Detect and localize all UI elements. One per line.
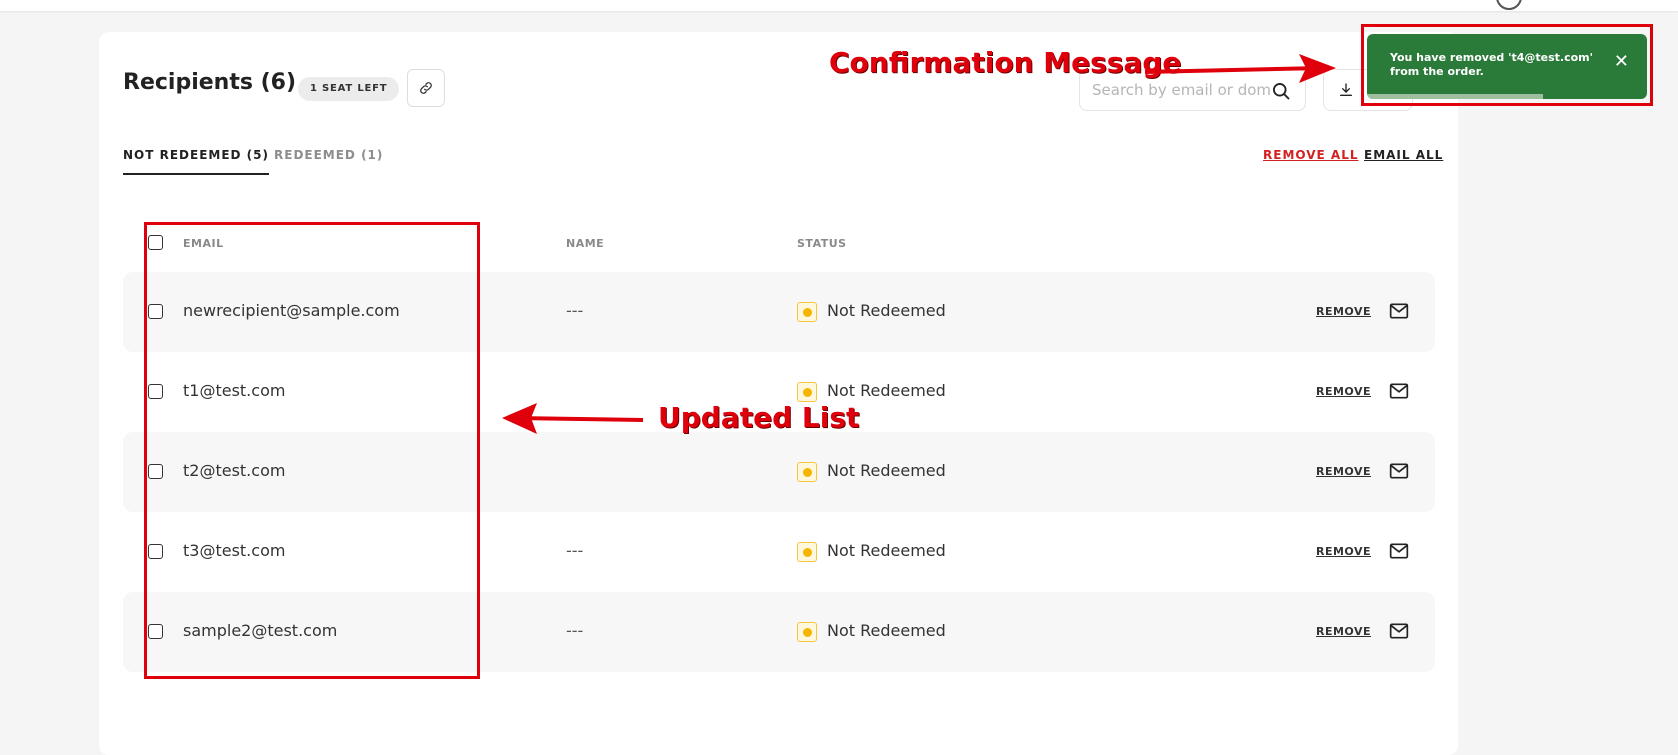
recipient-status: Not Redeemed — [827, 301, 946, 320]
recipient-status: Not Redeemed — [827, 541, 946, 560]
recipient-name: --- — [566, 541, 584, 560]
recipient-status: Not Redeemed — [827, 461, 946, 480]
column-status[interactable]: STATUS — [797, 237, 847, 250]
recipient-status: Not Redeemed — [827, 621, 946, 640]
status-indicator-icon — [797, 622, 817, 642]
mail-icon[interactable] — [1389, 382, 1409, 400]
annotation-confirmation-label: Confirmation Message — [829, 46, 1182, 79]
column-name[interactable]: NAME — [566, 237, 604, 250]
top-navigation-bar — [0, 0, 1678, 11]
status-indicator-icon — [797, 382, 817, 402]
download-icon — [1340, 83, 1352, 96]
email-all-link[interactable]: EMAIL ALL — [1364, 148, 1443, 162]
mail-icon[interactable] — [1389, 622, 1409, 640]
link-icon — [420, 82, 432, 94]
page-title: Recipients (6) — [123, 70, 297, 95]
recipient-status: Not Redeemed — [827, 381, 946, 400]
recipient-name: --- — [566, 301, 584, 320]
remove-button[interactable]: REMOVE — [1316, 305, 1371, 318]
search-input[interactable] — [1092, 79, 1270, 101]
toast-highlight-box — [1361, 24, 1653, 106]
list-highlight-box — [144, 222, 480, 679]
remove-all-link[interactable]: REMOVE ALL — [1263, 148, 1359, 162]
mail-icon[interactable] — [1389, 462, 1409, 480]
remove-button[interactable]: REMOVE — [1316, 625, 1371, 638]
status-indicator-icon — [797, 302, 817, 322]
mail-icon[interactable] — [1389, 542, 1409, 560]
search-icon[interactable] — [1271, 81, 1291, 101]
annotation-updated-list-label: Updated List — [658, 401, 860, 434]
status-indicator-icon — [797, 542, 817, 562]
remove-button[interactable]: REMOVE — [1316, 385, 1371, 398]
seats-left-badge: 1 SEAT LEFT — [298, 77, 400, 101]
mail-icon[interactable] — [1389, 302, 1409, 320]
profile-avatar[interactable] — [1496, 0, 1522, 10]
remove-button[interactable]: REMOVE — [1316, 465, 1371, 478]
copy-link-button[interactable] — [407, 69, 445, 107]
status-indicator-icon — [797, 462, 817, 482]
tab-redeemed[interactable]: REDEEMED (1) — [274, 148, 383, 162]
recipient-name: --- — [566, 621, 584, 640]
remove-button[interactable]: REMOVE — [1316, 545, 1371, 558]
tab-not-redeemed[interactable]: NOT REDEEMED (5) — [123, 148, 269, 175]
